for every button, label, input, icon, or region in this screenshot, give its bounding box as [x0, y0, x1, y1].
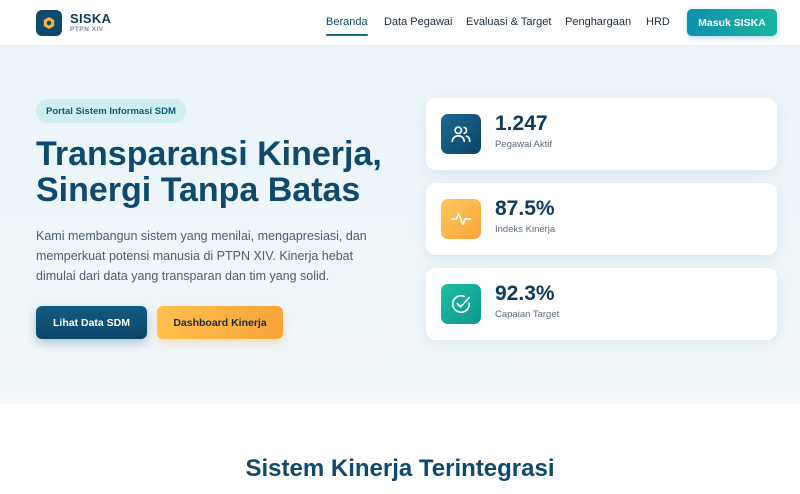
section-title: Sistem Kinerja Terintegrasi [245, 455, 555, 482]
stat-value: 92.3% [495, 282, 555, 305]
hero-title-line-1: Transparansi Kinerja, [36, 135, 382, 173]
active-nav-indicator [326, 34, 368, 36]
hero-section: Portal Sistem Informasi SDM Transparansi… [0, 46, 800, 404]
stat-card-performance-index: 87.5% Indeks Kinerja [426, 183, 777, 255]
hero-description: Kami membangun sistem yang menilai, meng… [36, 229, 367, 283]
performance-dashboard-button[interactable]: Dashboard Kinerja [157, 306, 283, 339]
hero-badge: Portal Sistem Informasi SDM [36, 99, 186, 123]
nav-item-data-pegawai[interactable]: Data Pegawai [384, 16, 453, 28]
stat-value: 87.5% [495, 197, 555, 220]
nav-item-hrd[interactable]: HRD [646, 16, 670, 28]
logo-hexagon-icon [36, 10, 62, 36]
check-circle-icon [441, 284, 481, 324]
login-button[interactable]: Masuk SISKA [687, 9, 777, 36]
nav-item-penghargaan[interactable]: Penghargaan [565, 16, 631, 28]
stat-label: Indeks Kinerja [495, 224, 556, 235]
stat-card-target-achievement: 92.3% Capaian Target [426, 268, 777, 340]
nav-item-label: Penghargaan [565, 16, 632, 28]
hero-title-line-2: Sinergi Tanpa Batas [36, 171, 361, 209]
hero-title: Transparansi Kinerja, Sinergi Tanpa Bata… [36, 136, 396, 208]
logo-subtitle: PTPN XIV [70, 26, 104, 34]
nav-item-label: Evaluasi & Target [466, 16, 552, 28]
stat-label: Capaian Target [495, 309, 560, 320]
stat-label: Pegawai Aktif [495, 139, 553, 150]
nav-item-label: Beranda [326, 16, 368, 28]
activity-icon [441, 199, 481, 239]
view-hr-data-button[interactable]: Lihat Data SDM [36, 306, 147, 339]
stat-value: 1.247 [495, 112, 548, 135]
users-icon [441, 114, 481, 154]
site-header: SISKA PTPN XIV Beranda Data Pegawai Eval… [0, 0, 800, 46]
nav-item-beranda[interactable]: Beranda [326, 16, 368, 36]
stat-card-active-employees: 1.247 Pegawai Aktif [426, 98, 777, 170]
nav-item-label: HRD [646, 16, 670, 28]
nav-item-evaluasi-target[interactable]: Evaluasi & Target [466, 16, 551, 28]
logo[interactable]: SISKA PTPN XIV [36, 10, 111, 36]
nav-item-label: Data Pegawai [384, 16, 453, 28]
logo-title: SISKA [70, 11, 112, 27]
